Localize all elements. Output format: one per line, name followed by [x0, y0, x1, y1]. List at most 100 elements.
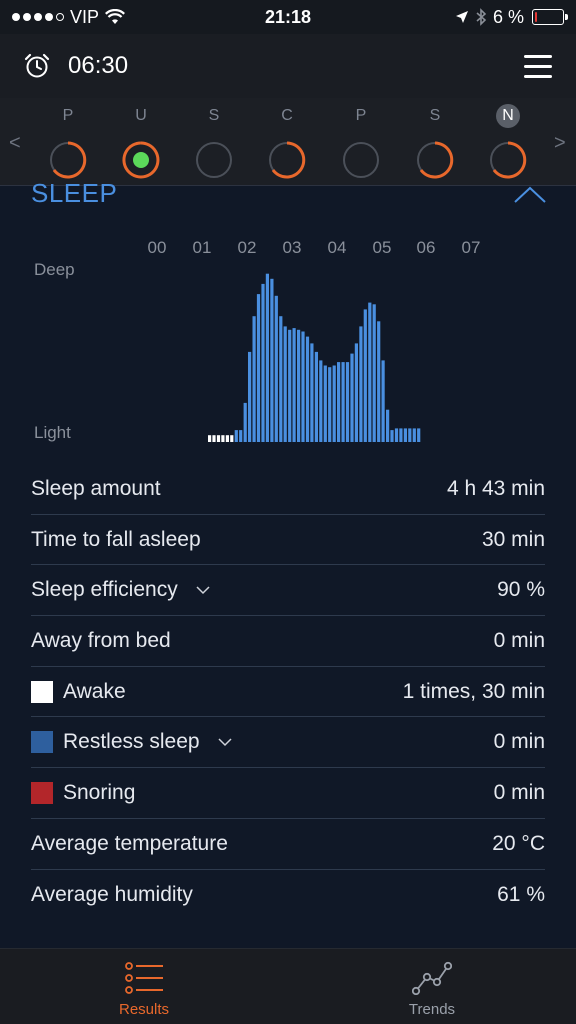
day-letter: S	[429, 107, 441, 124]
chart-bar-sleep	[248, 351, 252, 442]
stat-row-sleep-efficiency[interactable]: Sleep efficiency 90 %	[31, 565, 545, 617]
stat-row-snoring: Snoring 0 min	[31, 768, 545, 819]
chart-bar-awake	[212, 435, 216, 442]
status-right: 6 %	[455, 6, 568, 28]
day-letter: S	[208, 107, 220, 124]
sleep-chart-bars	[208, 273, 421, 442]
chart-hour-label: 07	[461, 238, 481, 257]
stat-row-restless-sleep[interactable]: Restless sleep 0 min	[31, 717, 545, 769]
stat-row-time-to-fall-asleep: Time to fall asleep 30 min	[31, 515, 545, 566]
chart-bar-sleep	[350, 353, 354, 442]
day-item[interactable]: C	[257, 98, 317, 186]
stat-value: 1 times, 30 min	[402, 679, 545, 703]
stat-row-sleep-amount: Sleep amount 4 h 43 min	[31, 464, 545, 515]
stat-label-group: Average humidity	[31, 883, 193, 907]
chart-bar-sleep	[252, 316, 256, 442]
bottom-tab-bar: Results Trends	[0, 948, 576, 1024]
chart-bar-sleep	[412, 428, 416, 442]
stat-label: Restless sleep	[63, 730, 200, 754]
stat-value: 30 min	[481, 527, 545, 551]
day-item[interactable]: U	[111, 98, 171, 186]
day-letter: N	[496, 104, 520, 128]
prev-days-arrow[interactable]: <	[9, 132, 21, 155]
chart-bar-sleep	[261, 283, 265, 442]
stat-label-group: Sleep efficiency	[31, 578, 210, 602]
day-selector: < > P U S C P S N	[0, 98, 576, 186]
chart-bar-sleep	[297, 329, 301, 442]
legend-swatch	[31, 781, 53, 804]
chart-bar-awake	[221, 435, 225, 442]
stat-label: Sleep efficiency	[31, 578, 178, 602]
day-item[interactable]: P	[38, 98, 98, 186]
chart-bar-sleep	[372, 304, 376, 442]
collapse-chevron-up-icon[interactable]	[514, 186, 546, 204]
stat-value: 90 %	[497, 578, 545, 602]
day-ring-empty-icon	[343, 142, 379, 178]
menu-line	[524, 54, 552, 58]
trends-graph-icon	[412, 961, 452, 995]
day-item[interactable]: S	[405, 98, 465, 186]
chevron-down-icon[interactable]	[196, 585, 210, 595]
tab-results[interactable]: Results	[0, 949, 288, 1024]
chart-bar-sleep	[390, 430, 394, 442]
next-days-arrow[interactable]: >	[554, 132, 566, 155]
chart-bar-sleep	[319, 360, 323, 442]
stat-label-group: Snoring	[31, 781, 135, 805]
chart-bar-sleep	[341, 362, 345, 442]
chart-bar-sleep	[377, 321, 381, 442]
alarm-time[interactable]: 06:30	[68, 52, 128, 80]
chevron-down-icon[interactable]	[218, 737, 232, 747]
day-ring-progress-icon	[490, 141, 527, 179]
stat-label: Average humidity	[31, 882, 193, 906]
day-letter: P	[355, 107, 367, 124]
tab-trends[interactable]: Trends	[288, 949, 576, 1024]
stat-label: Awake	[63, 679, 126, 703]
chart-hour-label: 00	[147, 238, 167, 257]
stat-label-group: Sleep amount	[31, 477, 161, 501]
chart-hour-label: 03	[282, 238, 302, 257]
day-letter: C	[281, 107, 293, 124]
stat-label-group: Average temperature	[31, 832, 228, 856]
chart-bar-sleep	[265, 273, 269, 442]
day-letter: U	[135, 107, 147, 124]
stat-value: 4 h 43 min	[446, 476, 545, 500]
chart-bar-sleep	[408, 428, 412, 442]
results-list-icon	[125, 962, 163, 994]
chart-bar-sleep	[301, 331, 305, 442]
chart-bar-sleep	[328, 367, 332, 442]
stat-value: 20 °C	[492, 831, 545, 855]
stat-value: 61 %	[497, 882, 545, 906]
battery-fill	[535, 12, 537, 22]
chart-hour-label: 06	[416, 238, 436, 257]
chart-hour-label: 05	[372, 238, 392, 257]
chart-bar-sleep	[354, 343, 358, 442]
menu-line	[524, 74, 552, 78]
chart-bar-awake	[216, 435, 221, 442]
day-item[interactable]: S	[184, 98, 244, 186]
wifi-icon	[105, 9, 125, 24]
legend-swatch	[31, 731, 53, 754]
sleep-chart: Deep Light 00 01 02 03 04 05 06 07	[0, 226, 576, 456]
chart-bar-sleep	[394, 428, 399, 442]
stat-label: Away from bed	[31, 628, 171, 652]
chart-bar-sleep	[363, 309, 367, 442]
stat-label-group: Awake	[31, 680, 126, 704]
tab-label: Trends	[408, 1001, 456, 1018]
sleep-section-title: SLEEP	[31, 178, 118, 208]
day-item[interactable]: P	[331, 98, 391, 186]
chart-bar-sleep	[274, 295, 278, 442]
stat-label-group: Away from bed	[31, 629, 171, 653]
status-left: VIP	[12, 7, 125, 28]
bluetooth-icon	[476, 8, 487, 26]
day-item[interactable]: N	[478, 98, 538, 186]
stat-row-away-from-bed: Away from bed 0 min	[31, 616, 545, 667]
chart-bar-awake	[225, 435, 229, 442]
battery-percent: 6 %	[492, 6, 524, 27]
alarm-clock-icon[interactable]	[24, 53, 50, 79]
menu-button[interactable]	[524, 54, 552, 78]
chart-bar-sleep	[386, 409, 390, 442]
status-bar: VIP 21:18 6 %	[0, 0, 576, 34]
chart-bar-sleep	[234, 430, 238, 442]
chart-bar-sleep	[243, 402, 247, 442]
chart-bar-awake	[230, 435, 234, 442]
